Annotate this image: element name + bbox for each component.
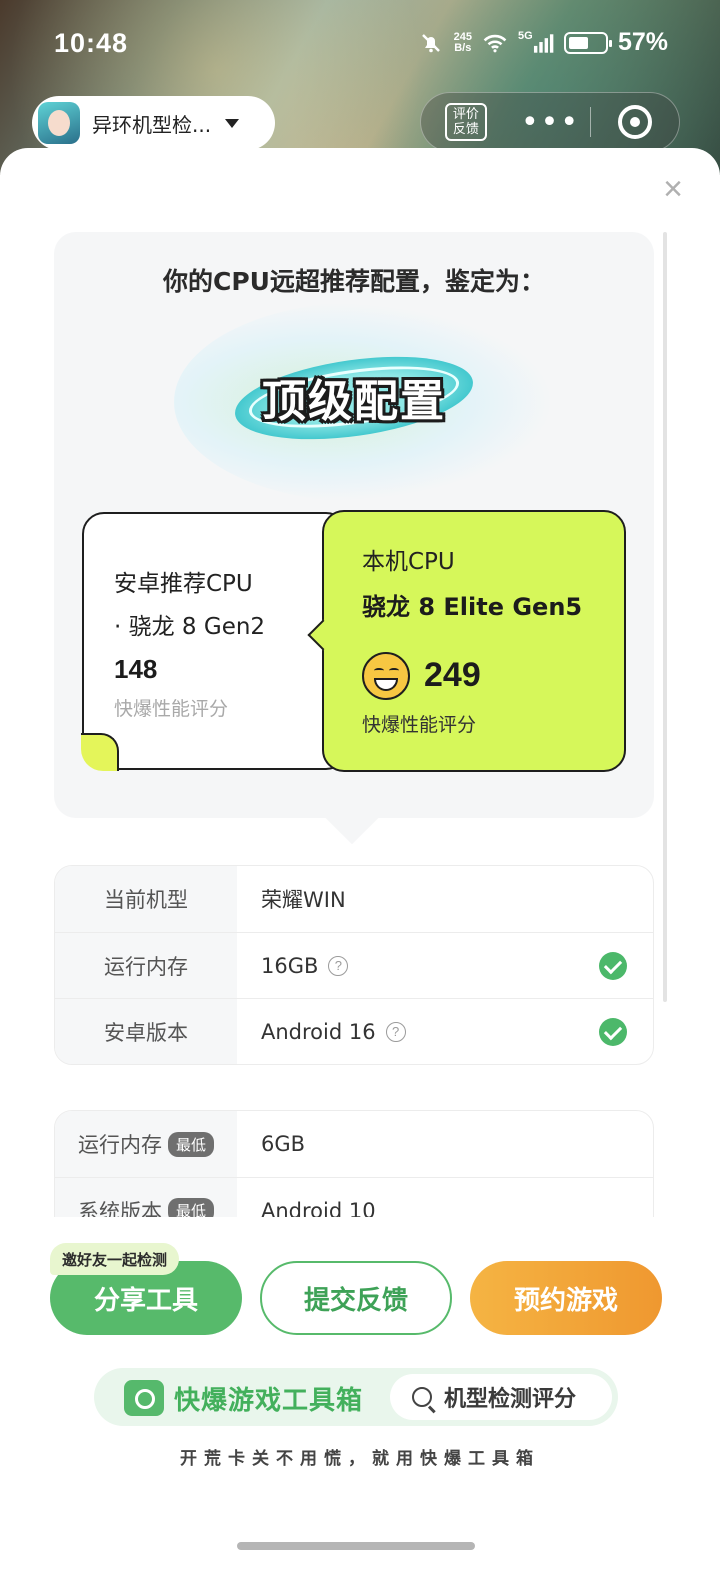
app-name: 异环机型检...: [92, 112, 212, 137]
review-icon: 评价 反馈: [444, 103, 487, 141]
spec-value-text: 荣耀WIN: [261, 888, 346, 912]
grin-emoji-icon: [362, 652, 410, 700]
result-card: 你的CPU远超推荐配置，鉴定为： 顶级配置 安卓推荐CPU · 骁龙 8 Gen…: [54, 232, 654, 845]
card-notch: [323, 787, 381, 845]
device-cpu-title: 本机CPU: [362, 549, 455, 575]
close-capsule-icon: [618, 105, 653, 139]
spec-value: Android 10: [237, 1178, 653, 1218]
device-cpu-score: 249: [424, 656, 481, 694]
grade-badge: 顶级配置: [229, 343, 479, 453]
signal-icon: 5G: [518, 30, 554, 56]
grade-text: 顶级配置: [262, 376, 446, 427]
min-tag: 最低: [167, 1131, 214, 1157]
recommended-cpu-model: · 骁龙 8 Gen2: [114, 614, 266, 640]
spec-value: 荣耀WIN: [237, 866, 653, 932]
toolbox-search-text: 机型检测评分: [444, 1387, 577, 1412]
invite-tag: 邀好友一起检测: [50, 1243, 180, 1275]
mute-bell-icon: [418, 30, 444, 56]
min-spec-clip: 运行内存 最低 6GB 系统版本 最低 Android 10: [0, 955, 720, 1217]
min-spec-table: 运行内存 最低 6GB 系统版本 最低 Android 10: [54, 1110, 654, 1217]
battery-percent: 57%: [617, 28, 668, 56]
recommended-score-label: 快爆性能评分: [114, 698, 229, 720]
signal-label: 5G: [517, 29, 533, 42]
scrollbar[interactable]: [663, 232, 667, 1002]
close-icon[interactable]: ×: [658, 172, 688, 206]
device-score-label: 快爆性能评分: [362, 714, 477, 736]
emoji-mouth: [374, 678, 398, 691]
recommended-cpu-title: 安卓推荐CPU: [114, 571, 253, 597]
home-indicator[interactable]: [237, 1542, 475, 1550]
app-avatar: [38, 102, 80, 144]
battery-fill: [568, 36, 588, 49]
slogan: 开荒卡关不用慌，就用快爆工具箱: [180, 1449, 540, 1469]
review-feedback-button[interactable]: 评价 反馈: [421, 92, 511, 152]
toolbox-camera-icon: [124, 1380, 164, 1416]
miniprogram-capsule: 评价 反馈 •••: [420, 92, 680, 152]
chevron-down-icon: [225, 118, 240, 128]
status-bar: 10:48 245 B/s 5G 57%: [0, 0, 720, 90]
recommended-cpu-card: 安卓推荐CPU · 骁龙 8 Gen2 148 快爆性能评分: [81, 512, 348, 771]
result-headline: 你的CPU远超推荐配置，鉴定为：: [163, 267, 545, 296]
battery-icon: [563, 31, 612, 54]
review-label-line2: 反馈: [452, 122, 479, 137]
toolbox-banner[interactable]: 快爆游戏工具箱 机型检测评分: [94, 1368, 618, 1426]
network-speed-value: 245: [453, 30, 472, 43]
device-cpu-model: 骁龙 8 Elite Gen5: [362, 593, 583, 621]
spec-key: 运行内存 最低: [55, 1111, 237, 1177]
reserve-game-button[interactable]: 预约游戏: [470, 1261, 662, 1335]
table-row: 系统版本 最低 Android 10: [55, 1177, 653, 1217]
spec-value-text: 6GB: [261, 1132, 306, 1156]
emoji-eye: [389, 668, 399, 673]
toolbox-brand: 快爆游戏工具箱: [174, 1386, 364, 1416]
network-speed-unit: B/s: [454, 41, 472, 54]
wifi-icon: [482, 30, 508, 56]
network-speed: 245 B/s: [453, 30, 472, 54]
spec-key: 当前机型: [55, 866, 237, 932]
review-label-line1: 评价: [452, 107, 479, 122]
spec-value-text: Android 10: [261, 1198, 376, 1218]
close-capsule-button[interactable]: [591, 92, 679, 152]
spec-key-text: 运行内存: [77, 1133, 162, 1157]
card-fold-decoration: [81, 733, 119, 771]
spec-key: 系统版本 最低: [55, 1178, 237, 1217]
search-icon: [412, 1387, 432, 1407]
recommended-cpu-score: 148: [114, 654, 158, 684]
table-row: 运行内存 最低 6GB: [55, 1111, 653, 1177]
emoji-eye: [374, 668, 384, 673]
status-time: 10:48: [54, 28, 129, 58]
spec-value: 6GB: [237, 1111, 653, 1177]
status-icons: 245 B/s 5G 57%: [418, 28, 668, 57]
app-switcher[interactable]: 异环机型检...: [32, 96, 275, 150]
more-icon[interactable]: •••: [511, 92, 591, 152]
toolbox-search[interactable]: 机型检测评分: [390, 1374, 612, 1420]
table-row: 当前机型 荣耀WIN: [55, 866, 653, 932]
spec-key-text: 系统版本: [77, 1199, 162, 1218]
min-tag: 最低: [167, 1198, 214, 1217]
submit-feedback-button[interactable]: 提交反馈: [260, 1261, 452, 1335]
device-cpu-card: 本机CPU 骁龙 8 Elite Gen5 249 快爆性能评分: [307, 510, 626, 772]
